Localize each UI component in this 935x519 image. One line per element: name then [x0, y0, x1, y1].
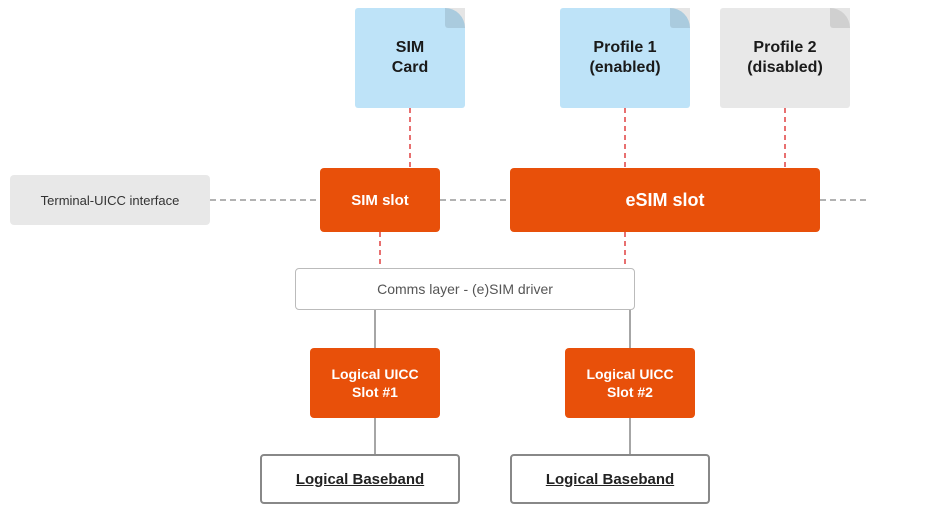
sim-slot-box: SIM slot	[320, 168, 440, 232]
profile2-card: Profile 2(disabled)	[720, 8, 850, 108]
terminal-uicc-box: Terminal-UICC interface	[10, 175, 210, 225]
luicc1-label: Logical UICCSlot #1	[331, 365, 418, 401]
comms-label: Comms layer - (e)SIM driver	[377, 281, 553, 297]
diagram: SIMCard Profile 1(enabled) Profile 2(dis…	[0, 0, 935, 519]
baseband2-label: Logical Baseband	[546, 471, 674, 488]
baseband1-label: Logical Baseband	[296, 471, 424, 488]
sim-slot-label: SIM slot	[351, 192, 409, 209]
esim-slot-box: eSIM slot	[510, 168, 820, 232]
esim-slot-label: eSIM slot	[625, 190, 704, 211]
logical-baseband1: Logical Baseband	[260, 454, 460, 504]
terminal-label: Terminal-UICC interface	[41, 193, 180, 208]
sim-card-label: SIMCard	[392, 38, 428, 78]
profile2-label: Profile 2(disabled)	[747, 38, 823, 78]
profile1-card: Profile 1(enabled)	[560, 8, 690, 108]
profile1-label: Profile 1(enabled)	[589, 38, 660, 78]
comms-layer-box: Comms layer - (e)SIM driver	[295, 268, 635, 310]
sim-card: SIMCard	[355, 8, 465, 108]
logical-uicc-slot2: Logical UICCSlot #2	[565, 348, 695, 418]
luicc2-label: Logical UICCSlot #2	[586, 365, 673, 401]
logical-baseband2: Logical Baseband	[510, 454, 710, 504]
logical-uicc-slot1: Logical UICCSlot #1	[310, 348, 440, 418]
